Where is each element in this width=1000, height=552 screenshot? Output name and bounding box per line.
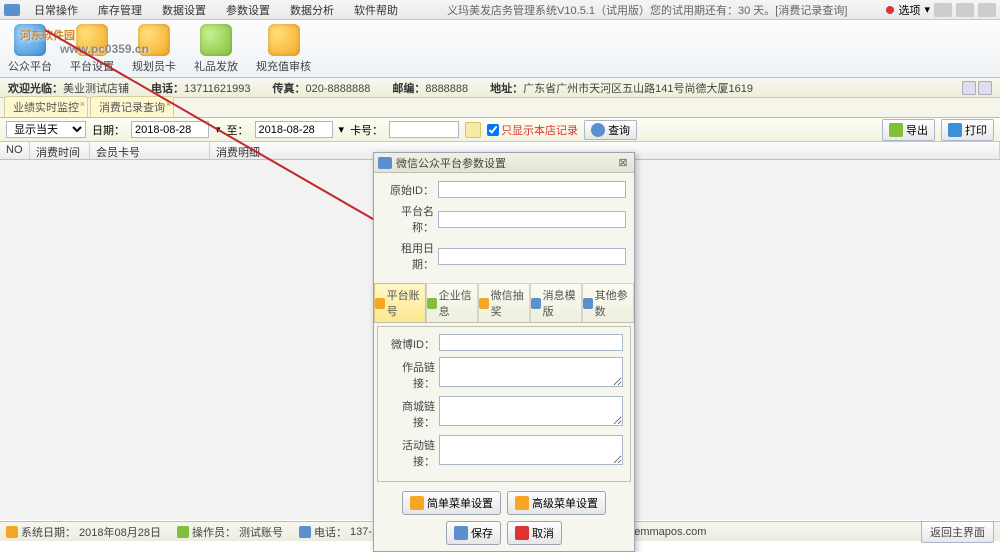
save-button[interactable]: 保存	[446, 521, 501, 545]
dialog-close-icon[interactable]: ⊠	[616, 156, 630, 170]
status-dot-icon	[886, 6, 894, 14]
toolbar-platformset[interactable]: 平台设置	[70, 24, 114, 74]
platname-label: 平台名称：	[382, 203, 434, 235]
menu-icon	[515, 496, 529, 510]
tab-other-params[interactable]: 其他参数	[582, 283, 634, 322]
menu-analysis[interactable]: 数据分析	[280, 0, 344, 20]
menu-bar: 日常操作 库存管理 数据设置 参数设置 数据分析 软件帮助 义玛美发店务管理系统…	[0, 0, 1000, 20]
toolbar-membercard[interactable]: 规划员卡	[132, 24, 176, 74]
filter-bar: 显示当天 日期： ▾ 至： ▾ 卡号： 只显示本店记录 查询 导出 打印	[0, 118, 1000, 142]
platname-input[interactable]	[438, 211, 626, 228]
search-button[interactable]: 查询	[584, 120, 637, 140]
cancel-button[interactable]: 取消	[507, 521, 562, 545]
date-label: 日期：	[92, 122, 125, 138]
minimize-button[interactable]	[934, 3, 952, 17]
print-icon	[948, 123, 962, 137]
dialog-icon	[378, 157, 392, 169]
print-button[interactable]: 打印	[941, 119, 994, 141]
menu-stock[interactable]: 库存管理	[88, 0, 152, 20]
tab-msg-template[interactable]: 消息模版	[530, 283, 582, 322]
menu-params[interactable]: 参数设置	[216, 0, 280, 20]
card-label: 卡号：	[350, 122, 383, 138]
phone-icon	[299, 526, 311, 538]
wechat-settings-dialog: 微信公众平台参数设置 ⊠ 原始ID： 平台名称： 租用日期： 平台账号 企业信息…	[373, 152, 635, 552]
origid-label: 原始ID：	[382, 182, 434, 198]
card-lookup-icon[interactable]	[465, 122, 481, 138]
export-icon	[889, 123, 903, 137]
tab-platform-account[interactable]: 平台账号	[374, 283, 426, 322]
tab-consume-query[interactable]: 消费记录查询×	[90, 96, 174, 117]
card-input[interactable]	[389, 121, 459, 138]
simple-menu-button[interactable]: 简单菜单设置	[402, 491, 501, 515]
usedate-label: 租用日期：	[382, 240, 434, 272]
save-icon	[454, 526, 468, 540]
tab-wechat-lottery[interactable]: 微信抽奖	[478, 283, 530, 322]
weiboid-input[interactable]	[439, 334, 623, 351]
weiboid-label: 微博ID：	[385, 334, 435, 352]
worklink-label: 作品链接：	[385, 357, 435, 391]
app-icon	[4, 4, 20, 16]
shoplink-input[interactable]	[439, 396, 623, 426]
close-button[interactable]	[978, 3, 996, 17]
close-icon[interactable]: ×	[80, 99, 85, 109]
menu-icon	[410, 496, 424, 510]
export-button[interactable]: 导出	[882, 119, 935, 141]
menu-help[interactable]: 软件帮助	[344, 0, 408, 20]
menu-dataset[interactable]: 数据设置	[152, 0, 216, 20]
shop-info-bar: 欢迎光临：美业测试店铺 电话：13711621993 传真：020-888888…	[0, 78, 1000, 98]
actlink-label: 活动链接：	[385, 435, 435, 469]
tel-label: 电话：	[314, 524, 347, 540]
date-to-input[interactable]	[255, 121, 333, 138]
th-time: 消费时间	[30, 142, 90, 159]
dialog-title: 微信公众平台参数设置	[396, 155, 616, 171]
scroll-left-icon[interactable]	[962, 81, 976, 95]
cancel-icon	[515, 526, 529, 540]
toolbar-publicplatform[interactable]: 公众平台	[8, 24, 52, 74]
sysdate-value: 2018年08月28日	[79, 524, 161, 540]
usedate-input[interactable]	[438, 248, 626, 265]
actlink-input[interactable]	[439, 435, 623, 465]
toolbar-recharge[interactable]: 规充值审核	[256, 24, 311, 74]
main-toolbar: 公众平台 平台设置 规划员卡 礼品发放 规充值审核	[0, 20, 1000, 78]
display-mode-select[interactable]: 显示当天	[6, 121, 86, 138]
origid-input[interactable]	[438, 181, 626, 198]
shoplink-label: 商城链接：	[385, 396, 435, 430]
th-no: NO	[0, 142, 30, 159]
sysdate-label: 系统日期：	[21, 524, 76, 540]
user-icon	[177, 526, 189, 538]
operator-value: 测试账号	[239, 524, 283, 540]
content-tabs: 业绩实时监控× 消费记录查询×	[0, 98, 1000, 118]
toolbar-gift[interactable]: 礼品发放	[194, 24, 238, 74]
only-shop-checkbox[interactable]: 只显示本店记录	[487, 122, 578, 138]
date-to-label: 至：	[227, 122, 249, 138]
maximize-button[interactable]	[956, 3, 974, 17]
date-from-input[interactable]	[131, 121, 209, 138]
worklink-input[interactable]	[439, 357, 623, 387]
back-main-button[interactable]: 返回主界面	[921, 521, 994, 543]
menu-daily[interactable]: 日常操作	[24, 0, 88, 20]
operator-label: 操作员：	[192, 524, 236, 540]
scroll-right-icon[interactable]	[978, 81, 992, 95]
adv-menu-button[interactable]: 高级菜单设置	[507, 491, 606, 515]
th-card: 会员卡号	[90, 142, 210, 159]
calendar-icon	[6, 526, 18, 538]
dialog-tabs: 平台账号 企业信息 微信抽奖 消息模版 其他参数	[374, 283, 634, 323]
options-link[interactable]: 选项	[898, 2, 920, 18]
search-icon	[591, 123, 605, 137]
tab-enterprise-info[interactable]: 企业信息	[426, 283, 478, 322]
window-title: 义玛美发店务管理系统V10.5.1（试用版）您的试用期还有：30 天。[消费记录…	[408, 2, 886, 18]
close-icon[interactable]: ×	[166, 99, 171, 109]
tab-realtime[interactable]: 业绩实时监控×	[4, 96, 88, 117]
